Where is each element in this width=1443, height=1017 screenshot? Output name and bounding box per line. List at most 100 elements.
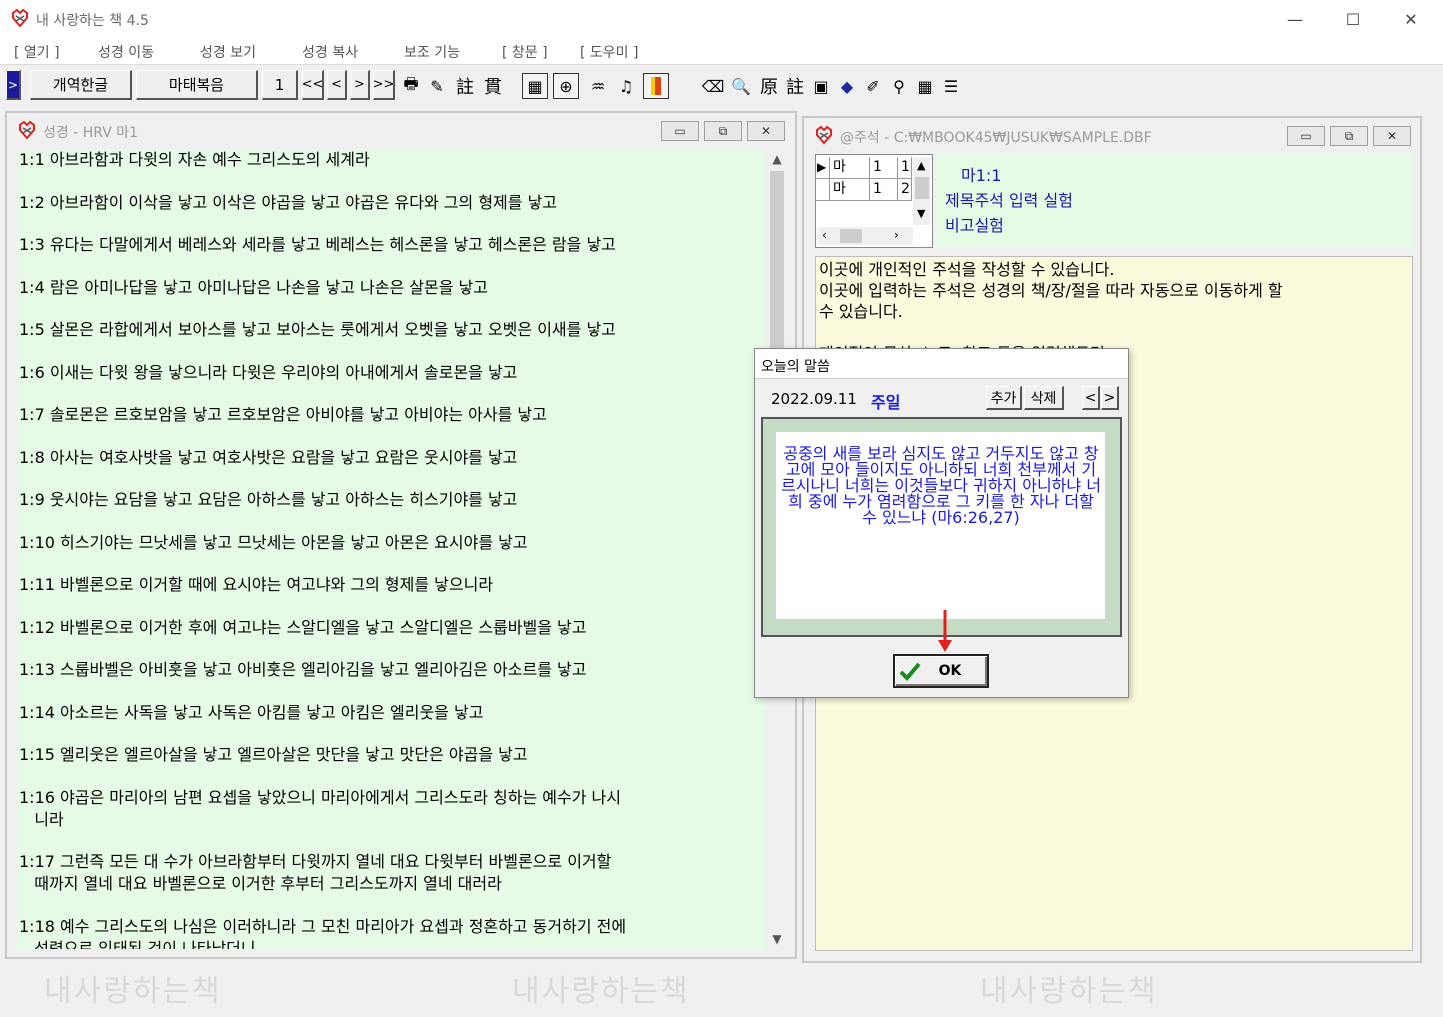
verse-line[interactable]: 1:1 아브라함과 다윗의 자손 예수 그리스도의 세계라	[17, 149, 765, 171]
grid-hscroll[interactable]: ‹ ›	[818, 227, 913, 245]
dictionary-icon[interactable]: ▣	[808, 73, 834, 99]
hymn-icon[interactable]: ♫	[613, 73, 639, 99]
verse-line[interactable]: 1:11 바벨론으로 이거할 때에 요시야는 여고냐와 그의 형제를 낳으니라	[17, 574, 765, 596]
verse-line[interactable]: 1:4 람은 아미나답을 낳고 아미나답은 나손을 낳고 나손은 살몬을 낳고	[17, 277, 765, 299]
comment-minimize-button[interactable]: ▭	[1287, 126, 1325, 146]
grid-vscroll[interactable]: ▲ ▼	[913, 157, 931, 225]
verse-line[interactable]: 1:9 웃시야는 요담을 낳고 요담은 아하스를 낳고 아하스는 히스기야를 낳…	[17, 489, 765, 511]
grid-row[interactable]: 마 1 2	[816, 179, 912, 201]
pen-icon[interactable]: ✎	[424, 73, 450, 99]
grid-scroll-thumb[interactable]	[915, 177, 929, 199]
comment-head-line2: 비고실험	[945, 216, 1004, 235]
dialog-date: 2022.09.11	[771, 390, 857, 408]
window-title: 내 사랑하는 책 4.5	[36, 13, 149, 29]
comment-reference: 마1:1	[961, 166, 1002, 185]
verse-line[interactable]: 1:14 아소르는 사독을 낳고 사독은 아킴를 낳고 아킴은 엘리웃을 낳고	[17, 702, 765, 724]
verse-line[interactable]: 1:10 히스기야는 므낫세를 낳고 므낫세는 아몬을 낳고 아몬은 요시야를 …	[17, 532, 765, 554]
verse-line[interactable]: 1:3 유다는 다말에게서 베레스와 세라를 낳고 베레스는 헤스론을 낳고 헤…	[17, 234, 765, 256]
next-button[interactable]: >	[350, 70, 370, 100]
prev-button[interactable]: <	[327, 70, 347, 100]
toolbar: > 개역한글 마태복음 1 << < > >> 🖶 ✎ 註 貫 ▦ ⊕ ♒ ♫ …	[0, 64, 1443, 104]
verse-line[interactable]: 1:17 그런즉 모든 대 수가 아브라함부터 다윗까지 열네 대요 다윗부터 …	[17, 851, 765, 895]
bible-text-area[interactable]: 1:1 아브라함과 다윗의 자손 예수 그리스도의 세계라 1:2 아브라함이 이…	[17, 149, 765, 949]
grid-hscroll-thumb[interactable]	[840, 229, 862, 243]
bible-minimize-button[interactable]: ▭	[661, 121, 699, 141]
verse-line[interactable]: 1:13 스룹바벨은 아비훗을 낳고 아비훗은 엘리아김을 낳고 엘리아김은 아…	[17, 659, 765, 681]
close-button[interactable]: ✕	[1382, 0, 1440, 38]
grid-cell-chapter: 1	[870, 179, 898, 201]
diamond-icon[interactable]: ◆	[834, 73, 860, 99]
verse-line[interactable]: 1:12 바벨론으로 이거한 후에 여고냐는 스알디엘을 낳고 스알디엘은 스룹…	[17, 617, 765, 639]
brush-icon[interactable]: ⚲	[886, 73, 912, 99]
verse-line[interactable]: 1:7 솔로몬은 르호보암을 낳고 르호보암은 아비야를 낳고 아비야는 아사를…	[17, 404, 765, 426]
scroll-down-icon[interactable]: ▼	[767, 929, 787, 949]
comment-close-button[interactable]: ✕	[1373, 126, 1411, 146]
maximize-button[interactable]: ☐	[1324, 0, 1382, 38]
original-text-icon[interactable]: 原	[756, 73, 782, 99]
menu-extra[interactable]: 보조 기능	[404, 42, 460, 62]
cross-reference-icon[interactable]: 貫	[480, 73, 506, 99]
verse-line[interactable]: 1:18 예수 그리스도의 나심은 이러하니라 그 모친 마리아가 요셉과 정혼…	[17, 916, 765, 950]
last-button[interactable]: >>	[373, 70, 395, 100]
print-icon[interactable]: 🖶	[398, 73, 424, 99]
dialog-verse-text: 공중의 새를 보라 심지도 않고 거두지도 않고 창고에 모아 들이지도 아니하…	[781, 444, 1101, 527]
menu-open[interactable]: [ 열기 ]	[14, 42, 60, 62]
table-icon[interactable]: ▦	[522, 73, 548, 99]
bible-window-titlebar[interactable]: 성경 - HRV 마1 ▭ ⧉ ✕	[7, 113, 795, 147]
commentary-icon[interactable]: 註	[452, 73, 478, 99]
grid-scroll-right-icon[interactable]: ›	[894, 228, 899, 242]
grid-scroll-up-icon[interactable]: ▲	[917, 159, 925, 172]
comment-window-titlebar[interactable]: @주석 - C:₩MBOOK45₩JUSUK₩SAMPLE.DBF ▭ ⧉ ✕	[804, 118, 1420, 152]
comment-grid[interactable]: ▶ 마 1 1 마 1 2 ▲ ▼ ‹ ›	[815, 154, 933, 248]
first-button[interactable]: <<	[302, 70, 324, 100]
dialog-titlebar[interactable]: 오늘의 말씀	[755, 349, 1128, 379]
map-icon[interactable]: ⊕	[553, 73, 579, 99]
ok-button[interactable]: OK	[893, 654, 989, 688]
grid-scroll-down-icon[interactable]: ▼	[917, 207, 925, 220]
dialog-delete-button[interactable]: 삭제	[1024, 386, 1064, 410]
comment-restore-button[interactable]: ⧉	[1330, 126, 1368, 146]
verse-line[interactable]: 1:15 엘리웃은 엘르아살을 낳고 엘르아살은 맛단을 낳고 맛단은 야곱을 …	[17, 744, 765, 766]
watermark-2: 내사랑하는책	[512, 974, 690, 1009]
chapter-button[interactable]: 1	[262, 70, 298, 100]
book-button[interactable]: 마태복음	[136, 70, 258, 100]
dialog-verse-frame: 공중의 새를 보라 심지도 않고 거두지도 않고 창고에 모아 들이지도 아니하…	[761, 417, 1122, 637]
commentary2-icon[interactable]: 註	[782, 73, 808, 99]
bookmark-icon[interactable]	[643, 73, 669, 99]
calendar-icon[interactable]: ▦	[912, 73, 938, 99]
dialog-day: 주일	[871, 393, 901, 412]
eraser-icon[interactable]: ⌫	[700, 73, 726, 99]
panel-toggle-button[interactable]: >	[6, 70, 21, 100]
edit-icon[interactable]: ✐	[860, 73, 886, 99]
dialog-prev-button[interactable]: <	[1082, 386, 1100, 410]
dialog-add-button[interactable]: 추가	[986, 386, 1022, 410]
menu-bible-view[interactable]: 성경 보기	[200, 42, 256, 62]
scroll-up-icon[interactable]: ▲	[767, 149, 787, 169]
verse-line[interactable]: 1:8 아사는 여호사밧을 낳고 여호사밧은 요람을 낳고 요람은 웃시야를 낳…	[17, 447, 765, 469]
settings-list-icon[interactable]: ☰	[938, 73, 964, 99]
verse-line[interactable]: 1:6 이새는 다윗 왕을 낳으니라 다윗은 우리야의 아내에게서 솔로몬을 낳…	[17, 362, 765, 384]
menu-window[interactable]: [ 창문 ]	[502, 42, 548, 62]
ok-label: OK	[938, 663, 962, 679]
verse-line[interactable]: 1:5 살몬은 라합에게서 보아스를 낳고 보아스는 룻에게서 오벳을 낳고 오…	[17, 319, 765, 341]
version-button[interactable]: 개역한글	[30, 70, 132, 100]
search-icon[interactable]: 🔍	[728, 73, 754, 99]
dialog-next-button[interactable]: >	[1101, 386, 1119, 410]
menu-bible-move[interactable]: 성경 이동	[98, 42, 154, 62]
bible-close-button[interactable]: ✕	[747, 121, 785, 141]
watermark-1: 내사랑하는책	[44, 974, 222, 1009]
grid-row[interactable]: ▶ 마 1 1	[816, 157, 912, 179]
grid-cell-verse: 2	[898, 179, 912, 201]
menu-help[interactable]: [ 도우미 ]	[580, 42, 638, 62]
grid-scroll-left-icon[interactable]: ‹	[822, 228, 827, 242]
comment-body-line: 수 있습니다.	[819, 302, 903, 321]
minimize-button[interactable]: —	[1266, 0, 1324, 38]
book-search-icon[interactable]: ♒	[585, 73, 611, 99]
verse-line[interactable]: 1:16 야곱은 마리아의 남편 요셉을 낳았으니 마리아에게서 그리스도라 칭…	[17, 787, 765, 831]
bible-restore-button[interactable]: ⧉	[704, 121, 742, 141]
bible-window: 성경 - HRV 마1 ▭ ⧉ ✕ 1:1 아브라함과 다윗의 자손 예수 그리…	[5, 111, 797, 959]
verse-line[interactable]: 1:2 아브라함이 이삭을 낳고 이삭은 야곱을 낳고 야곱은 유다와 그의 형…	[17, 192, 765, 214]
menu-bible-copy[interactable]: 성경 복사	[302, 42, 358, 62]
comment-header-area[interactable]: 마1:1 제목주석 입력 실험 비고실험	[935, 154, 1413, 248]
comment-window-title: @주석 - C:₩MBOOK45₩JUSUK₩SAMPLE.DBF	[840, 130, 1152, 146]
